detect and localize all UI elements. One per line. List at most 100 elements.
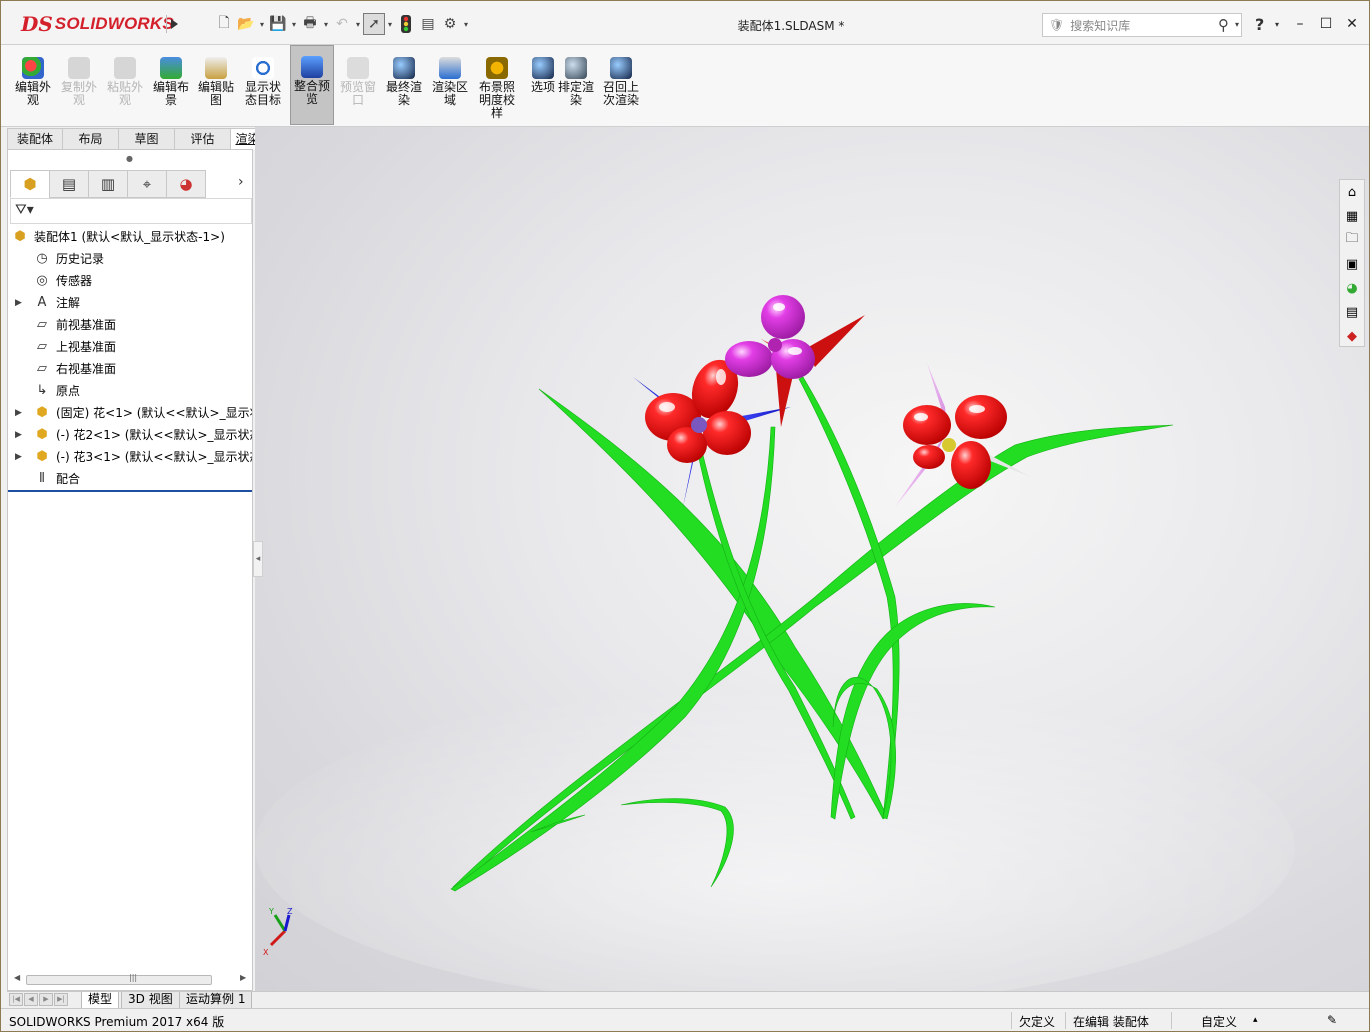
ribbon-button-12[interactable]: 排定渲 染: [554, 47, 598, 123]
panel-grip-icon[interactable]: ●: [126, 154, 133, 163]
feature-tree-filter[interactable]: ⛛▾: [10, 198, 252, 224]
rebuild-icon[interactable]: [395, 13, 417, 35]
more-tabs-chevron-icon[interactable]: ›: [238, 174, 244, 190]
prev-tab-icon[interactable]: ◀: [24, 993, 38, 1006]
open-icon[interactable]: 📂: [235, 13, 257, 35]
plane-icon: ▱: [37, 317, 47, 332]
print-icon[interactable]: 🖶: [299, 13, 321, 35]
search-icon[interactable]: ⚲: [1218, 16, 1229, 34]
ribbon-button-label: 预览窗 口: [339, 80, 376, 107]
tree-item[interactable]: ◷ 历史记录: [8, 248, 252, 270]
tree-item[interactable]: ▶ ⬢ (-) 花3<1> (默认<<默认>_显示状态: [8, 446, 252, 468]
close-window-icon[interactable]: ✕: [1343, 15, 1361, 33]
tab-1[interactable]: 布局: [62, 128, 119, 150]
tree-item-label: 右视基准面: [56, 362, 117, 376]
print-dropdown-icon[interactable]: ▾: [321, 13, 331, 35]
minimize-window-icon[interactable]: –: [1291, 15, 1309, 33]
scroll-left-icon[interactable]: ◀: [14, 973, 20, 982]
ribbon-button-1[interactable]: 复制外 观: [57, 47, 101, 123]
ribbon-button-label: 编辑布 景: [152, 80, 189, 107]
unit-system-caret-icon[interactable]: ▴: [1253, 1015, 1258, 1025]
select-icon[interactable]: ➚: [363, 13, 385, 35]
ribbon-button-6[interactable]: 整合预 览: [290, 45, 334, 125]
undo-dropdown-icon[interactable]: ▾: [353, 13, 363, 35]
select-dropdown-icon[interactable]: ▾: [385, 13, 395, 35]
ribbon-button-0[interactable]: 编辑外 观: [11, 47, 55, 123]
ribbon-button-10[interactable]: 布景照 明度校 样: [475, 47, 519, 123]
dimxpert-manager-tab-icon[interactable]: ⌖: [127, 170, 167, 198]
bottom-tab-1[interactable]: 3D 视图: [121, 992, 180, 1008]
new-icon[interactable]: 🗋: [213, 13, 235, 35]
scroll-right-icon[interactable]: ▶: [240, 973, 246, 982]
search-dropdown-icon[interactable]: ▾: [1235, 20, 1239, 29]
flower-3-red-pink: [895, 363, 1031, 507]
last-tab-icon[interactable]: ▶|: [54, 993, 68, 1006]
tree-item[interactable]: ▶ ⬢ (-) 花2<1> (默认<<默认>_显示状态: [8, 424, 252, 446]
save-dropdown-icon[interactable]: ▾: [289, 13, 299, 35]
solidworks-resources-icon[interactable]: ⌂: [1340, 180, 1364, 204]
ribbon-button-4[interactable]: 编辑贴 图: [194, 47, 238, 123]
tab-2[interactable]: 草图: [118, 128, 175, 150]
rollback-bar[interactable]: [8, 490, 252, 492]
configuration-manager-tab-icon[interactable]: ▥: [88, 170, 128, 198]
undo-icon[interactable]: ↶: [331, 13, 353, 35]
ribbon-button-5[interactable]: 显示状 态目标: [241, 47, 285, 123]
filter-icon[interactable]: ⛛▾: [15, 202, 34, 218]
tree-item[interactable]: ▱ 上视基准面: [8, 336, 252, 358]
ribbon-button-label: 显示状 态目标: [244, 80, 281, 107]
next-tab-icon[interactable]: ▶: [39, 993, 53, 1006]
design-library-icon[interactable]: ▦: [1340, 204, 1364, 228]
ribbon-button-13[interactable]: 召回上 次渲染: [599, 47, 643, 123]
options-dropdown-icon[interactable]: ▾: [461, 13, 471, 35]
expand-arrow-icon[interactable]: ▶: [15, 446, 22, 468]
ribbon-button-7[interactable]: 预览窗 口: [336, 47, 380, 123]
save-icon[interactable]: 💾: [267, 13, 289, 35]
search-knowledge-base-input[interactable]: 🛡 搜索知识库 ⚲ ▾: [1042, 13, 1242, 37]
tree-item[interactable]: ▱ 右视基准面: [8, 358, 252, 380]
first-tab-icon[interactable]: |◀: [9, 993, 23, 1006]
help-button[interactable]: ?: [1255, 15, 1264, 34]
graphics-area[interactable]: X Y Z: [255, 127, 1370, 993]
tree-root-assembly[interactable]: ⬢ 装配体1 (默认<默认_显示状态-1>): [8, 226, 252, 248]
ribbon-button-2[interactable]: 粘贴外 观: [103, 47, 147, 123]
ribbon-button-8[interactable]: 最终渲 染: [382, 47, 426, 123]
property-manager-tab-icon[interactable]: ▤: [49, 170, 89, 198]
tree-item[interactable]: ▶ A 注解: [8, 292, 252, 314]
tree-item[interactable]: ▶ ⬢ (固定) 花<1> (默认<<默认>_显示状: [8, 402, 252, 424]
expand-arrow-icon[interactable]: ▶: [15, 424, 22, 446]
ribbon-button-3[interactable]: 编辑布 景: [149, 47, 193, 123]
appearances-scenes-decals-icon[interactable]: ◕: [1340, 276, 1364, 300]
tree-item[interactable]: ↳ 原点: [8, 380, 252, 402]
unit-system[interactable]: 自定义: [1201, 1013, 1237, 1030]
open-dropdown-icon[interactable]: ▾: [257, 13, 267, 35]
tree-item[interactable]: ⫴ 配合: [8, 468, 252, 490]
bottom-tab-0[interactable]: 模型: [81, 992, 120, 1008]
tree-item[interactable]: ◎ 传感器: [8, 270, 252, 292]
tree-item[interactable]: ▱ 前视基准面: [8, 314, 252, 336]
bottom-tab-2[interactable]: 运动算例 1: [179, 992, 253, 1008]
tab-0[interactable]: 装配体: [7, 128, 63, 150]
file-explorer-icon[interactable]: 🗀: [1340, 228, 1364, 252]
menu-expand-arrow-icon[interactable]: [166, 15, 180, 33]
scroll-thumb-grip-icon[interactable]: |||: [129, 973, 137, 982]
display-manager-tab-icon[interactable]: ◕: [166, 170, 206, 198]
definition-status: 欠定义: [1019, 1015, 1056, 1029]
panel-splitter-handle[interactable]: ◂: [253, 541, 263, 577]
tab-3[interactable]: 评估: [174, 128, 231, 150]
feature-manager-tab-icon[interactable]: ⬢: [10, 170, 50, 198]
help-dropdown-icon[interactable]: ▾: [1275, 20, 1279, 29]
solidworks-forum-icon[interactable]: ◆: [1340, 324, 1364, 348]
panel-horizontal-scrollbar[interactable]: ◀ ||| ▶: [12, 972, 250, 988]
ribbon-button-9[interactable]: 渲染区 域: [428, 47, 472, 123]
options-icon[interactable]: ⚙: [439, 13, 461, 35]
expand-arrow-icon[interactable]: ▶: [15, 292, 22, 314]
rebuild-status-icon[interactable]: ✎: [1327, 1013, 1337, 1027]
flower-assembly-render[interactable]: X Y Z: [255, 127, 1370, 993]
custom-properties-icon[interactable]: ▤: [1340, 300, 1364, 324]
scroll-track[interactable]: |||: [26, 973, 212, 985]
file-properties-icon[interactable]: ▤: [417, 13, 439, 35]
expand-arrow-icon[interactable]: ▶: [15, 402, 22, 424]
solidworks-logo[interactable]: DS SOLIDWORKS: [21, 11, 174, 37]
view-palette-icon[interactable]: ▣: [1340, 252, 1364, 276]
maximize-window-icon[interactable]: ☐: [1317, 15, 1335, 33]
